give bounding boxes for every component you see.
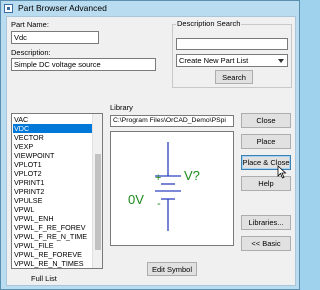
part-list-item[interactable]: VPWL_RE_FOREVE xyxy=(13,250,92,259)
minus-sign: - xyxy=(157,198,161,210)
scrollbar-thumb[interactable] xyxy=(95,154,101,250)
window-title: Part Browser Advanced xyxy=(18,3,107,13)
description-search-input[interactable] xyxy=(176,38,288,50)
part-list-item[interactable]: VPWL_F_RE_N_TIME xyxy=(13,232,92,241)
part-browser-window: Part Browser Advanced Part Name: Vdc Des… xyxy=(0,0,300,290)
part-list-item[interactable]: VEXP xyxy=(13,142,92,151)
app-icon xyxy=(4,4,13,13)
title-bar[interactable]: Part Browser Advanced xyxy=(1,1,299,16)
basic-button[interactable]: << Basic xyxy=(241,236,291,251)
dc-source-symbol xyxy=(155,142,181,231)
description-search-label: Description Search xyxy=(176,19,242,28)
part-list-item[interactable]: VAC xyxy=(13,115,92,124)
library-label: Library xyxy=(110,103,133,112)
part-name-label: Part Name: xyxy=(11,20,49,29)
part-listbox[interactable]: VAC VDC VECTOR VEXP VIEWPOINT VPLOT1 VPLOT2 VPR… xyxy=(11,113,103,269)
dialog-body: Part Name: Vdc Description: Simple DC vo… xyxy=(6,16,296,286)
chevron-down-icon[interactable] xyxy=(275,55,287,66)
part-reference: V? xyxy=(184,168,200,183)
plus-sign: + xyxy=(155,172,162,184)
libraries-button[interactable]: Libraries... xyxy=(241,215,291,230)
part-list-item[interactable]: VPWL_F_RE_FOREV xyxy=(13,223,92,232)
part-list-scrollbar[interactable] xyxy=(92,114,102,268)
part-name-input[interactable]: Vdc xyxy=(11,31,99,44)
part-list-item[interactable]: VPWL xyxy=(13,205,92,214)
close-button[interactable]: Close xyxy=(241,113,291,128)
part-list-item[interactable]: VPWL_ENH xyxy=(13,214,92,223)
part-list-item[interactable]: VPWL_RE_N_TIMES xyxy=(13,259,92,268)
mouse-cursor-icon xyxy=(277,165,287,179)
library-path-field[interactable]: C:\Program Files\OrCAD_Demo\PSpi xyxy=(110,115,234,127)
part-list-item[interactable]: VECTOR xyxy=(13,133,92,142)
part-list-item[interactable]: VIEWPOINT xyxy=(13,151,92,160)
description-field[interactable]: Simple DC voltage source xyxy=(11,58,156,71)
place-button[interactable]: Place xyxy=(241,134,291,149)
part-list-item[interactable]: VPRINT2 xyxy=(13,187,92,196)
part-value: 0V xyxy=(128,192,144,207)
part-list-item[interactable]: VPWL_FILE xyxy=(13,241,92,250)
part-list-item[interactable]: VDC xyxy=(13,124,92,133)
symbol-preview: + - V? 0V xyxy=(110,131,234,246)
search-button[interactable]: Search xyxy=(215,70,253,84)
edit-symbol-button[interactable]: Edit Symbol xyxy=(147,262,197,276)
part-list-item[interactable]: VPULSE xyxy=(13,196,92,205)
part-list-item[interactable]: VPRINT1 xyxy=(13,178,92,187)
full-list-label: Full List xyxy=(31,274,57,283)
part-list-item[interactable]: VPLOT1 xyxy=(13,160,92,169)
description-label: Description: xyxy=(11,48,51,57)
part-list-item[interactable]: VPLOT2 xyxy=(13,169,92,178)
part-list-dropdown[interactable]: Create New Part List xyxy=(176,54,288,67)
part-list-dropdown-value: Create New Part List xyxy=(179,56,249,65)
